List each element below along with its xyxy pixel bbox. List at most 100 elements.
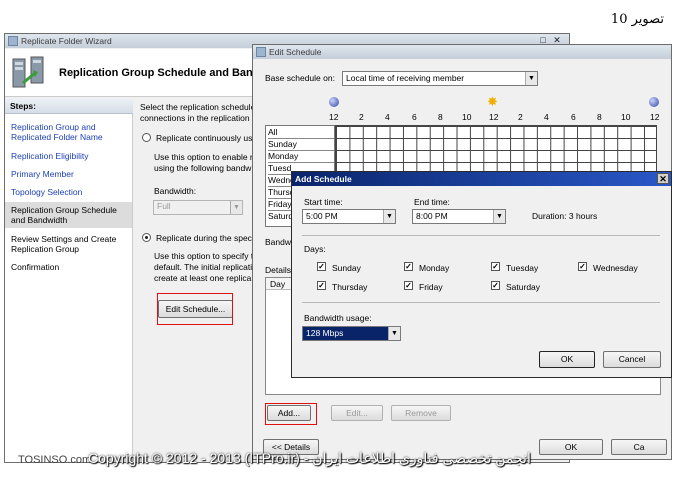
option-continuous-desc-2: using the following bandw [154, 163, 252, 173]
option-scheduled-desc-3: create at least one replica [154, 273, 252, 283]
hour-label: 8 [438, 112, 443, 122]
sun-icon: ✸ [487, 94, 498, 109]
monday-checkbox[interactable]: ✓ [404, 262, 413, 271]
cancel-button[interactable]: Cancel [603, 351, 661, 368]
steps-label: Steps: [10, 101, 36, 111]
figure-caption: تصویر 10 [610, 12, 664, 27]
thursday-checkbox[interactable]: ✓ [317, 281, 326, 290]
day-column-header[interactable]: Day [270, 279, 285, 289]
steps-header: Steps: [5, 98, 133, 114]
chevron-down-icon: ▼ [388, 327, 400, 340]
footer-bar: TOSINSO.com Copyright © 2012 - 2013 (ITP… [0, 447, 678, 473]
start-time-select[interactable]: 5:00 PM ▼ [302, 209, 396, 224]
replication-icon [11, 53, 47, 91]
hour-label: 4 [385, 112, 390, 122]
close-icon[interactable]: ✕ [657, 173, 669, 184]
edit-schedule-titlebar: Edit Schedule [253, 45, 671, 59]
divider [302, 302, 660, 303]
add-schedule-titlebar: Add Schedule ✕ [292, 172, 671, 186]
day-row-label[interactable]: Sunday [268, 139, 334, 151]
brand-watermark: TOSINSO.com [18, 454, 92, 466]
hour-label: 12 [650, 112, 660, 122]
end-time-label: End time: [414, 197, 450, 207]
saturday-checkbox[interactable]: ✓ [491, 281, 500, 290]
step-item[interactable]: Topology Selection [11, 187, 129, 197]
base-schedule-value: Local time of receiving member [346, 73, 465, 83]
option-continuous-label: Replicate continuously us [156, 133, 253, 143]
edit-schedule-title: Edit Schedule [269, 47, 322, 57]
thursday-label: Thursday [332, 282, 368, 292]
end-time-select[interactable]: 8:00 PM ▼ [412, 209, 506, 224]
option-continuous-desc: Use this option to enable r [154, 152, 253, 162]
hour-label: 12 [489, 112, 499, 122]
chevron-down-icon: ▼ [493, 210, 505, 223]
bandwidth-select: Full ▼ [153, 200, 243, 215]
hour-label: 12 [329, 112, 339, 122]
base-schedule-select[interactable]: Local time of receiving member ▼ [342, 71, 538, 86]
edit-button: Edit... [331, 405, 383, 421]
wednesday-checkbox[interactable]: ✓ [578, 262, 587, 271]
tuesday-label: Tuesday [506, 263, 539, 273]
remove-button: Remove [391, 405, 451, 421]
step-item[interactable]: Replication Eligibility [11, 151, 129, 161]
option-scheduled-radio[interactable] [142, 233, 151, 242]
friday-label: Friday [419, 282, 443, 292]
bandwidth-label: Bandwidth: [154, 186, 197, 196]
hour-labels: 12 2 4 6 8 10 12 2 4 6 8 10 12 [253, 112, 673, 124]
step-item: Confirmation [11, 262, 60, 272]
bandwidth-usage-select[interactable]: 128 Mbps ▼ [302, 326, 401, 341]
start-time-value: 5:00 PM [306, 211, 338, 221]
chevron-down-icon: ▼ [525, 72, 537, 85]
step-item[interactable]: Replication Group and Replicated Folder … [11, 122, 129, 142]
bandwidth-select-value: Full [157, 201, 171, 211]
option-scheduled-desc: Use this option to specify t [154, 251, 254, 261]
hour-label: 6 [412, 112, 417, 122]
wizard-header-title: Replication Group Schedule and Ban [59, 67, 253, 79]
sunday-checkbox[interactable]: ✓ [317, 262, 326, 271]
friday-checkbox[interactable]: ✓ [404, 281, 413, 290]
hour-label: 8 [597, 112, 602, 122]
hour-label: 2 [359, 112, 364, 122]
option-continuous-radio[interactable] [142, 133, 151, 142]
duration-text: Duration: 3 hours [532, 211, 598, 221]
wizard-title: Replicate Folder Wizard [21, 36, 112, 46]
add-schedule-title: Add Schedule [295, 174, 352, 184]
start-time-label: Start time: [304, 197, 343, 207]
step-item: Review Settings and Create Replication G… [11, 234, 117, 254]
saturday-label: Saturday [506, 282, 541, 292]
chevron-down-icon: ▼ [383, 210, 395, 223]
add-schedule-dialog: Add Schedule ✕ Start time: 5:00 PM ▼ End… [291, 171, 672, 378]
option-scheduled-label: Replicate during the speci [156, 233, 254, 243]
details-label: Details [265, 265, 291, 275]
hour-label: 10 [462, 112, 472, 122]
end-time-value: 8:00 PM [416, 211, 448, 221]
steps-pane: Steps: Replication Group and Replicated … [5, 98, 133, 462]
hour-label: 6 [571, 112, 576, 122]
tuesday-checkbox[interactable]: ✓ [491, 262, 500, 271]
bandwidth-usage-label: Bandwidth usage: [304, 313, 372, 323]
ok-button[interactable]: OK [539, 351, 595, 368]
moon-icon [329, 97, 339, 107]
day-row-label[interactable]: Monday [268, 151, 334, 163]
hour-label: 4 [544, 112, 549, 122]
wednesday-label: Wednesday [593, 263, 638, 273]
radio-dot [145, 236, 148, 239]
sunday-label: Sunday [332, 263, 361, 273]
highlight-box [157, 293, 233, 325]
moon-icon [649, 97, 659, 107]
wizard-app-icon [8, 36, 18, 46]
option-scheduled-desc-2: default. The initial replicati [154, 262, 253, 272]
hour-label: 10 [621, 112, 631, 122]
step-item[interactable]: Primary Member [11, 169, 129, 179]
copyright-text: Copyright © 2012 - 2013 (ITPro.ir) - انج… [88, 450, 531, 466]
day-row-label[interactable]: All [268, 127, 334, 139]
divider [302, 235, 660, 236]
base-schedule-label: Base schedule on: [265, 73, 335, 83]
monday-label: Monday [419, 263, 450, 273]
step-item-current-label: Replication Group Schedule and Bandwidth [11, 205, 117, 225]
hour-label: 2 [518, 112, 523, 122]
days-label: Days: [304, 244, 326, 254]
highlight-box [265, 403, 317, 425]
bandwidth-row-label: Bandw [265, 237, 291, 247]
intro-text: Select the replication schedule [140, 102, 256, 112]
